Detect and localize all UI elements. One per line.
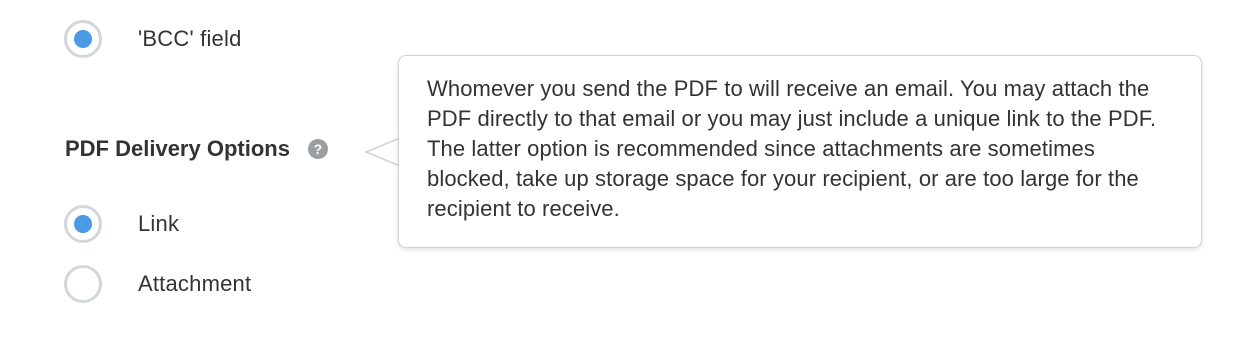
pdf-settings-panel: 'BCC' field PDF Delivery Options ? Whome… [0, 0, 1240, 340]
pdf-delivery-options-heading: PDF Delivery Options ? [65, 136, 328, 162]
attachment-label: Attachment [138, 271, 252, 296]
link-label: Link [138, 211, 180, 236]
delivery-option-attachment[interactable]: Attachment [64, 262, 251, 306]
delivery-option-link[interactable]: Link [64, 202, 179, 246]
bcc-field-option[interactable]: 'BCC' field [64, 17, 242, 61]
bcc-field-label: 'BCC' field [138, 26, 242, 51]
radio-selected-dot [74, 215, 92, 233]
section-title-text: PDF Delivery Options [65, 136, 290, 161]
bcc-field-radio[interactable] [64, 20, 102, 58]
radio-selected-dot [74, 30, 92, 48]
tooltip-text: Whomever you send the PDF to will receiv… [427, 76, 1157, 221]
attachment-radio[interactable] [64, 265, 102, 303]
question-circle-icon[interactable]: ? [307, 139, 328, 159]
link-radio[interactable] [64, 205, 102, 243]
help-tooltip: Whomever you send the PDF to will receiv… [398, 55, 1202, 248]
